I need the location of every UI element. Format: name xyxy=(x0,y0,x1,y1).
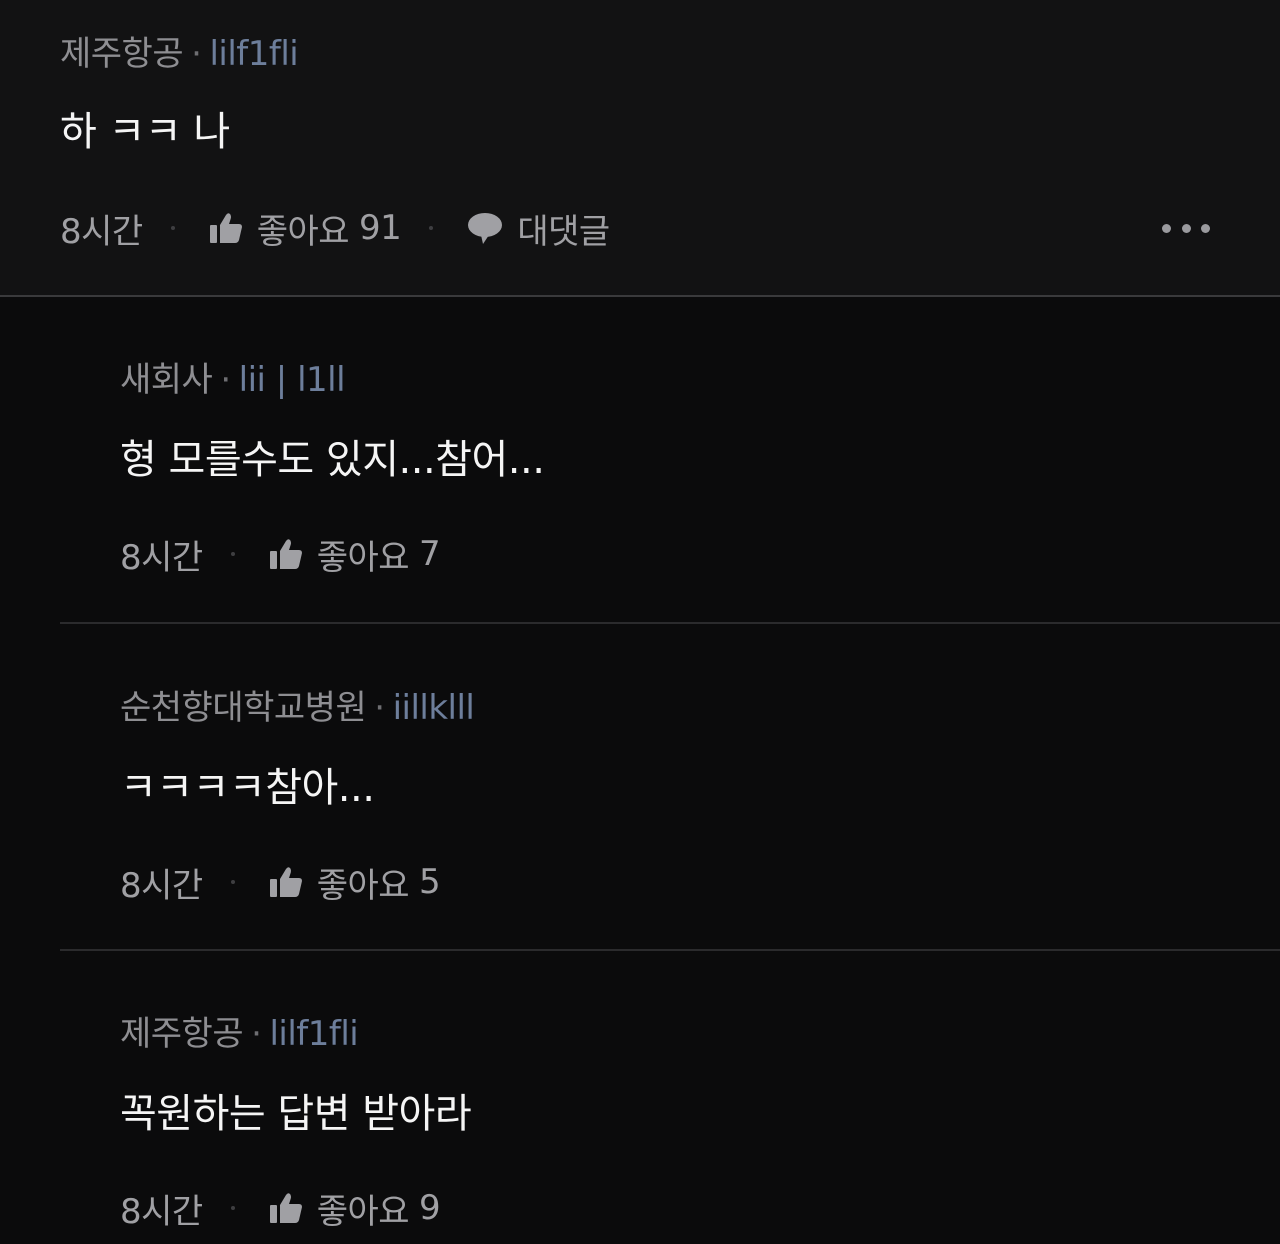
thumbs-up-icon xyxy=(269,867,302,897)
comment-text: 꼭원하는 답변 받아라 xyxy=(120,1091,472,1137)
speech-bubble-icon xyxy=(468,213,503,244)
section-divider xyxy=(0,295,1280,297)
comment-time: 8시간 xyxy=(120,865,203,906)
like-label: 좋아요 xyxy=(316,1191,410,1232)
comment-meta: 순천향대학교병원 · iillklll xyxy=(120,688,475,728)
like-label: 좋아요 xyxy=(316,865,410,906)
more-dots-icon xyxy=(1162,223,1171,233)
comment-actions: 8시간 좋아요 91 대댓글 xyxy=(60,204,610,253)
like-count: 5 xyxy=(419,862,441,902)
comment-text: 하 ㅋㅋ 나 xyxy=(60,109,230,155)
like-count: 91 xyxy=(359,208,402,248)
comment-actions: 8시간 좋아요 5 xyxy=(120,858,441,907)
comment-meta: 제주항공 · lilf1fli xyxy=(120,1014,359,1054)
action-separator xyxy=(429,226,434,230)
reply-button[interactable]: 대댓글 xyxy=(467,204,610,253)
like-count: 7 xyxy=(419,534,441,574)
reply-divider xyxy=(60,949,1280,951)
comment-time: 8시간 xyxy=(120,537,203,578)
like-button[interactable]: 좋아요 7 xyxy=(269,530,441,579)
top-comment: 제주항공 · lilf1fli 하 ㅋㅋ 나 8시간 좋아요 91 대댓글 xyxy=(0,0,1280,296)
thumbs-up-icon xyxy=(209,213,242,243)
author-name[interactable]: 제주항공 xyxy=(120,1014,244,1054)
action-separator xyxy=(230,1206,235,1210)
meta-separator: · xyxy=(374,688,385,728)
more-options-button[interactable] xyxy=(1162,222,1210,234)
meta-separator: · xyxy=(251,1014,262,1054)
comment-time: 8시간 xyxy=(60,211,143,252)
author-handle: iillklll xyxy=(392,688,475,728)
author-handle: lii | l1ll xyxy=(238,360,346,400)
action-separator xyxy=(170,226,175,230)
author-name[interactable]: 순천향대학교병원 xyxy=(120,688,367,728)
like-button[interactable]: 좋아요 91 xyxy=(209,204,402,253)
thumbs-up-icon xyxy=(269,539,302,569)
like-label: 좋아요 xyxy=(256,211,350,252)
comment-actions: 8시간 좋아요 7 xyxy=(120,530,441,579)
comment-actions: 8시간 좋아요 9 xyxy=(120,1184,441,1233)
author-handle: lilf1fli xyxy=(209,34,299,74)
meta-separator: · xyxy=(191,34,202,74)
action-separator xyxy=(230,552,235,556)
like-button[interactable]: 좋아요 5 xyxy=(269,858,441,907)
like-count: 9 xyxy=(419,1188,441,1228)
like-button[interactable]: 좋아요 9 xyxy=(269,1184,441,1233)
reply-label: 대댓글 xyxy=(517,211,610,252)
meta-separator: · xyxy=(220,360,231,400)
author-name[interactable]: 새회사 xyxy=(120,360,213,400)
comment-meta: 제주항공 · lilf1fli xyxy=(60,34,299,74)
more-dots-icon xyxy=(1181,223,1191,233)
author-name[interactable]: 제주항공 xyxy=(60,34,184,74)
comment-text: 형 모를수도 있지...참어... xyxy=(120,437,545,483)
like-label: 좋아요 xyxy=(316,537,410,578)
comment-meta: 새회사 · lii | l1ll xyxy=(120,360,346,400)
author-handle: lilf1fli xyxy=(269,1014,359,1054)
comment-time: 8시간 xyxy=(120,1191,203,1232)
thumbs-up-icon xyxy=(269,1193,302,1223)
action-separator xyxy=(230,880,235,884)
more-dots-icon xyxy=(1201,223,1210,233)
comment-text: ㅋㅋㅋㅋ참아... xyxy=(120,765,375,811)
reply-divider xyxy=(60,622,1280,624)
